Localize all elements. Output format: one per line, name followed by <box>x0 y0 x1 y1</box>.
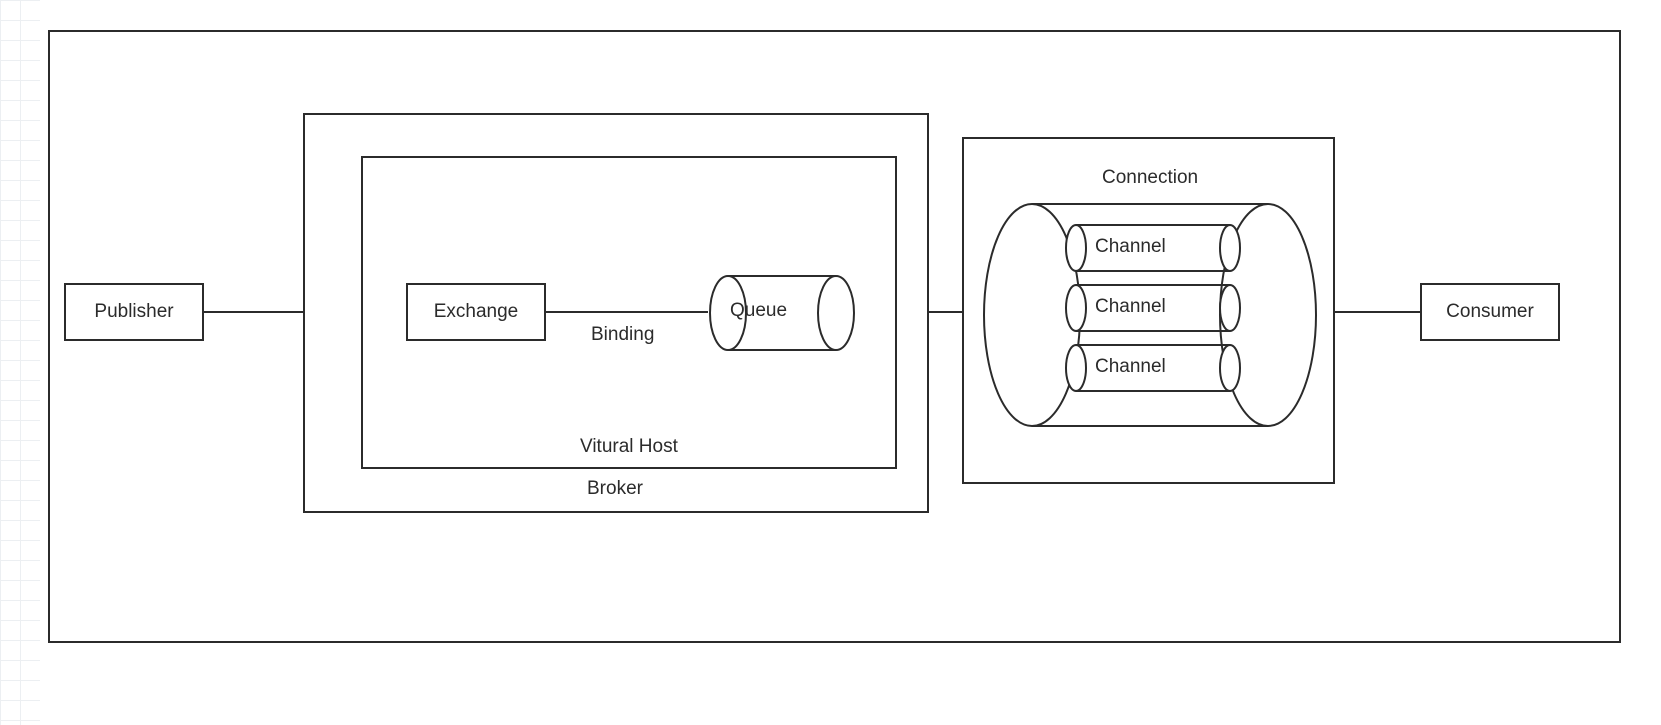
edge-publisher-broker <box>204 311 303 313</box>
publisher-label: Publisher <box>94 301 173 323</box>
edge-connection-consumer <box>1335 311 1420 313</box>
consumer-label: Consumer <box>1446 301 1534 323</box>
channel-label-1: Channel <box>1095 296 1166 318</box>
broker-label: Broker <box>587 478 643 500</box>
virtual-host-label: Vitural Host <box>580 436 678 458</box>
edge-exchange-queue <box>546 311 708 313</box>
edge-broker-connection <box>929 311 962 313</box>
binding-label: Binding <box>591 324 654 346</box>
connection-label: Connection <box>1102 167 1198 189</box>
exchange-box: Exchange <box>406 283 546 341</box>
exchange-label: Exchange <box>434 301 519 323</box>
publisher-box: Publisher <box>64 283 204 341</box>
channel-label-0: Channel <box>1095 236 1166 258</box>
consumer-box: Consumer <box>1420 283 1560 341</box>
channel-label-2: Channel <box>1095 356 1166 378</box>
queue-label: Queue <box>730 300 787 322</box>
